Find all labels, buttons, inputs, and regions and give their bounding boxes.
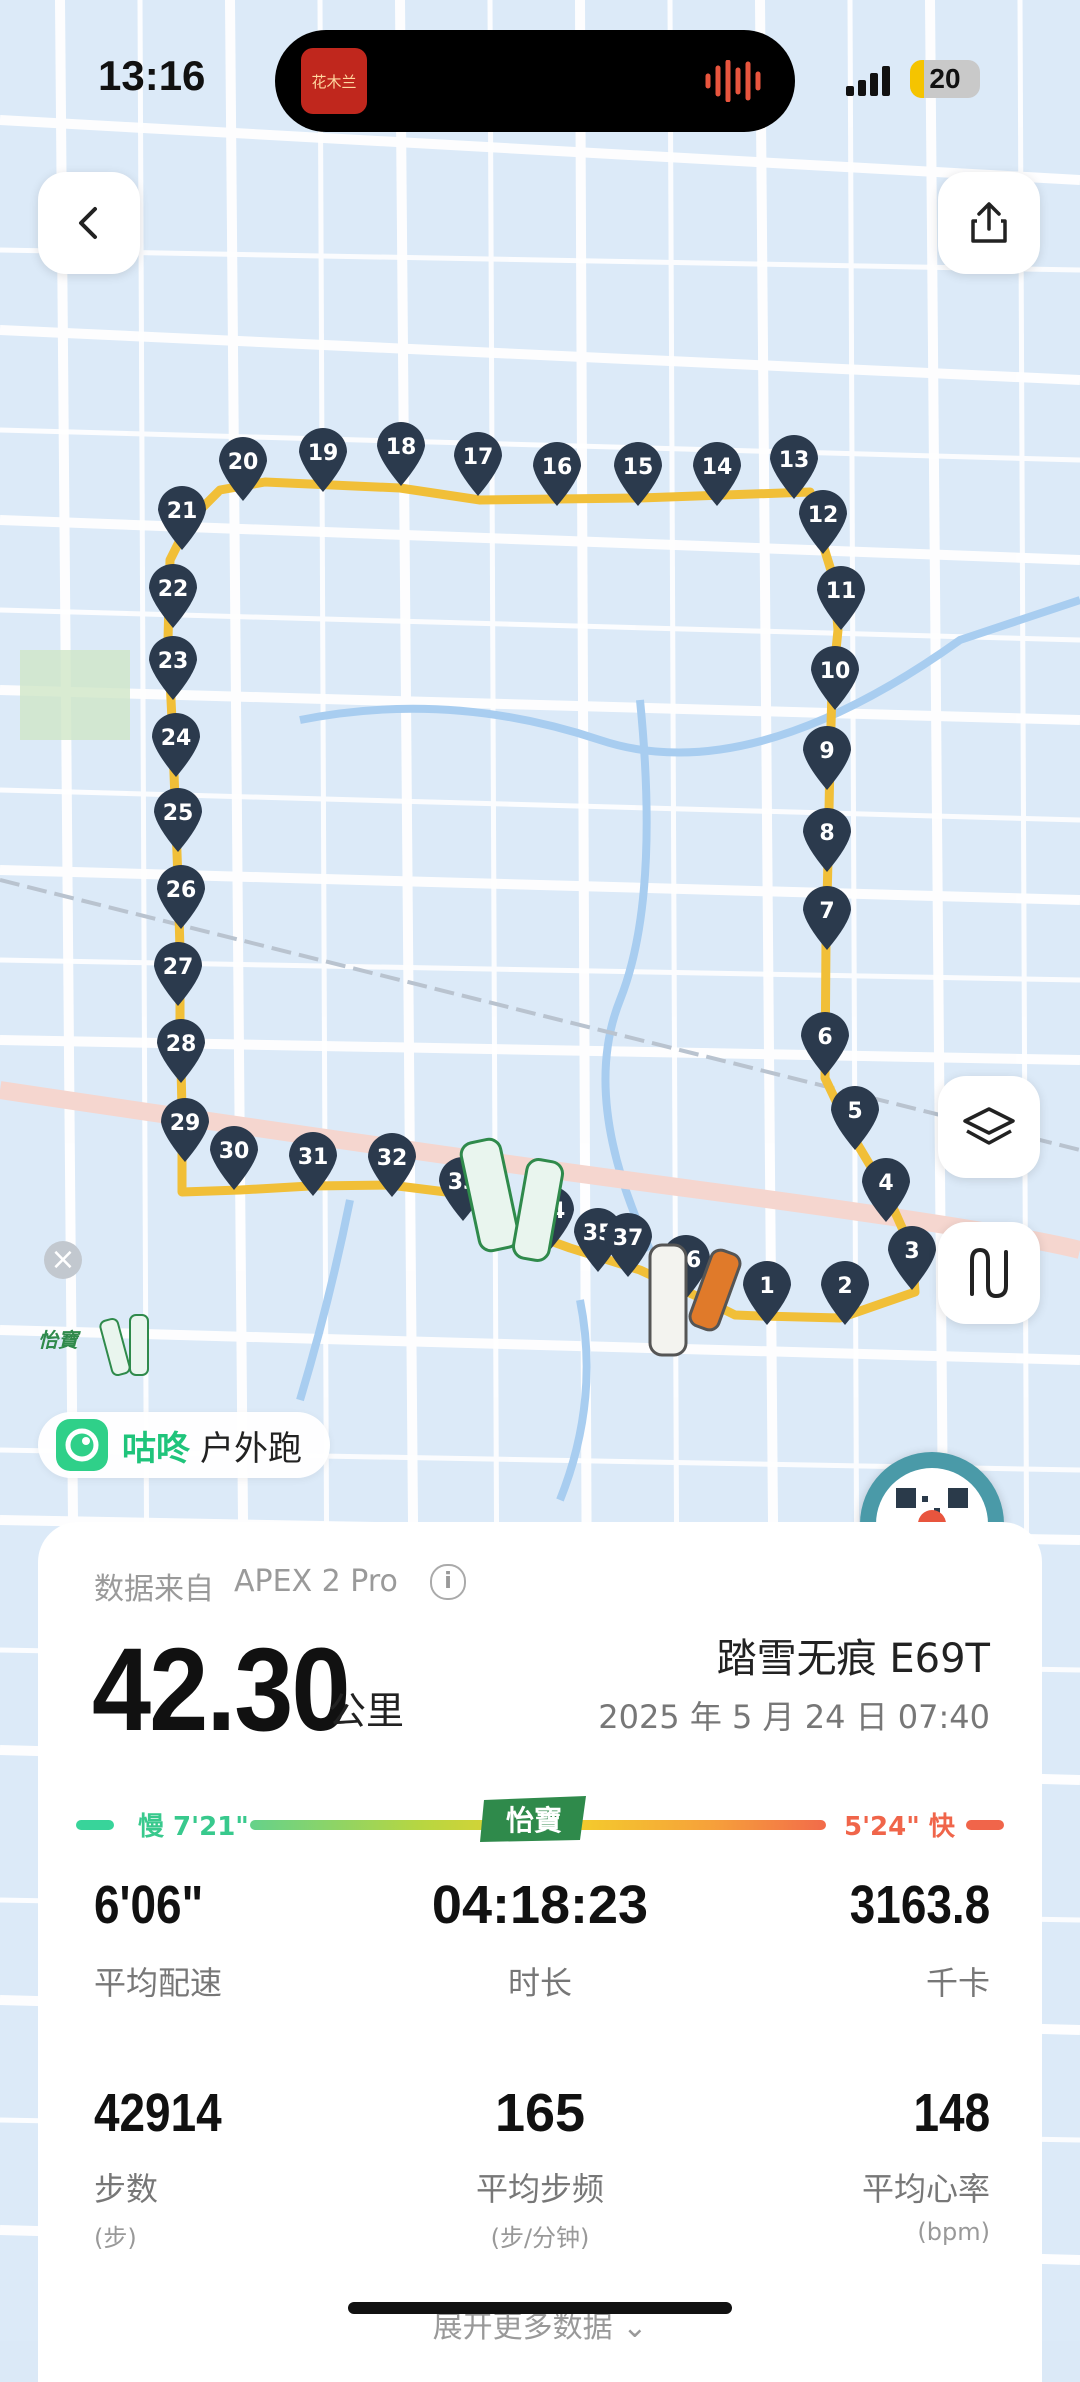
km-marker-label: 6	[817, 1025, 832, 1050]
km-marker-label: 15	[623, 455, 654, 480]
km-marker-label: 32	[377, 1146, 408, 1171]
activity-type: 户外跑	[200, 1428, 302, 1469]
workout-summary-card: 数据来自 APEX 2 Pro i 42.30 公里 踏雪无痕 E69T 202…	[38, 1522, 1042, 2382]
home-indicator[interactable]	[348, 2302, 732, 2314]
heart-rate-label: 平均心率	[861, 2170, 990, 2208]
layers-icon	[963, 1107, 1015, 1145]
workout-date: 2025 年 5 月 24 日 07:40	[598, 1698, 990, 1736]
audio-waveform-icon	[705, 60, 761, 102]
km-marker-label: 11	[826, 579, 857, 604]
sponsor-logo: 怡寶	[480, 1796, 586, 1842]
km-marker-label: 2	[837, 1274, 852, 1299]
share-icon	[971, 202, 1007, 243]
distance-unit: 公里	[328, 1689, 405, 1733]
calories-label: 千卡	[925, 1964, 990, 2002]
km-marker-label: 30	[219, 1139, 250, 1164]
codoon-logo-icon	[56, 1419, 108, 1471]
chevron-down-icon: ⌄	[622, 2310, 648, 2345]
km-marker-label: 10	[820, 659, 851, 684]
album-art-icon: 花木兰	[301, 48, 367, 114]
cellular-signal-icon	[846, 66, 890, 96]
route-toggle-button[interactable]	[938, 1222, 1040, 1324]
brand-name: 咕咚	[122, 1428, 190, 1469]
svg-text:怡寶: 怡寶	[506, 1804, 562, 1837]
km-marker-label: 12	[808, 503, 839, 528]
close-icon[interactable]: ×	[44, 1241, 82, 1279]
duration-label: 时长	[507, 1964, 572, 2002]
pace-slow-label: 慢 7'21"	[138, 1812, 249, 1842]
status-time: 13:16	[98, 52, 206, 99]
km-marker-label: 19	[308, 441, 339, 466]
km-marker-label: 21	[167, 499, 198, 524]
km-marker-label: 29	[170, 1111, 201, 1136]
km-marker-label: 37	[613, 1226, 644, 1251]
km-marker-label: 26	[166, 878, 197, 903]
battery-icon: 20	[910, 60, 980, 98]
dynamic-island[interactable]: 花木兰	[275, 30, 795, 132]
info-icon[interactable]: i	[430, 1564, 466, 1600]
shoe-name[interactable]: 踏雪无痕 E69T	[717, 1626, 990, 1684]
km-marker-label: 14	[702, 455, 733, 480]
cadence-unit: (步/分钟)	[490, 2224, 590, 2252]
km-marker-label: 31	[298, 1145, 329, 1170]
km-marker-label: 20	[228, 450, 259, 475]
share-button[interactable]	[938, 172, 1040, 274]
expand-more-label: 展开更多数据	[432, 2310, 613, 2345]
km-marker-label: 3	[904, 1239, 919, 1264]
km-marker-label: 22	[158, 577, 189, 602]
km-marker-label: 8	[819, 821, 834, 846]
km-marker-label: 28	[166, 1032, 197, 1057]
km-marker-label: 5	[847, 1099, 862, 1124]
cadence-value: 165	[494, 2083, 586, 2143]
back-button[interactable]	[38, 172, 140, 274]
km-marker-label: 24	[161, 726, 192, 751]
data-source-device: APEX 2 Pro	[234, 1564, 398, 1599]
km-marker-label: 17	[463, 445, 494, 470]
map-layers-button[interactable]	[938, 1076, 1040, 1178]
svg-text:怡寶: 怡寶	[38, 1328, 81, 1352]
km-marker-label: 1	[759, 1274, 774, 1299]
km-marker-label: 13	[779, 448, 810, 473]
heart-rate-unit: (bpm)	[917, 2218, 990, 2246]
distance-value: 42.30	[92, 1624, 351, 1756]
app-brand-chip: 咕咚 户外跑	[38, 1412, 330, 1478]
pace-fast-label: 5'24" 快	[844, 1812, 955, 1842]
battery-level: 20	[929, 63, 961, 94]
sponsor-sticker[interactable]: 怡寶	[36, 1305, 166, 1385]
pace-scale: 慢 7'21" 怡寶 5'24" 快	[38, 1792, 1042, 1858]
heart-rate-value: 148	[913, 2083, 990, 2143]
km-marker-label: 16	[542, 455, 573, 480]
km-marker-label: 27	[163, 955, 194, 980]
km-marker-label: 9	[819, 739, 834, 764]
km-marker-label: 23	[158, 649, 189, 674]
km-marker-label: 18	[386, 435, 417, 460]
route-toggle-icon	[970, 1247, 1008, 1299]
calories-value: 3163.8	[849, 1875, 990, 1935]
km-marker-label: 4	[878, 1171, 893, 1196]
km-marker-label: 25	[163, 801, 194, 826]
km-marker-label: 7	[819, 899, 834, 924]
chevron-left-icon	[79, 207, 97, 239]
data-source-label: 数据来自	[94, 1572, 214, 1607]
